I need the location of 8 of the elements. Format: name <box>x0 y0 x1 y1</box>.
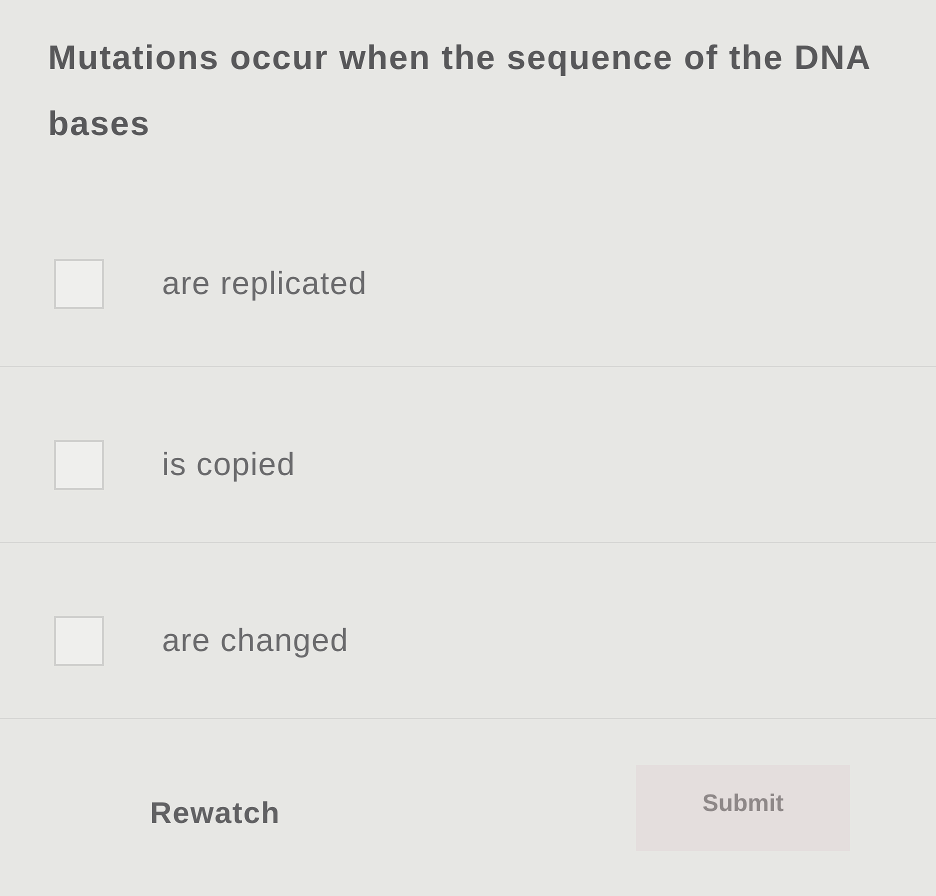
rewatch-button[interactable]: Rewatch <box>128 786 302 840</box>
question-text: Mutations occur when the sequence of the DNA bases <box>48 38 872 145</box>
checkbox[interactable] <box>54 616 104 666</box>
option-label[interactable]: is copied <box>162 446 296 483</box>
checkbox[interactable] <box>54 440 104 490</box>
option-label[interactable]: are changed <box>162 622 349 659</box>
option-label[interactable]: are replicated <box>162 265 368 302</box>
checkbox[interactable] <box>54 258 104 308</box>
